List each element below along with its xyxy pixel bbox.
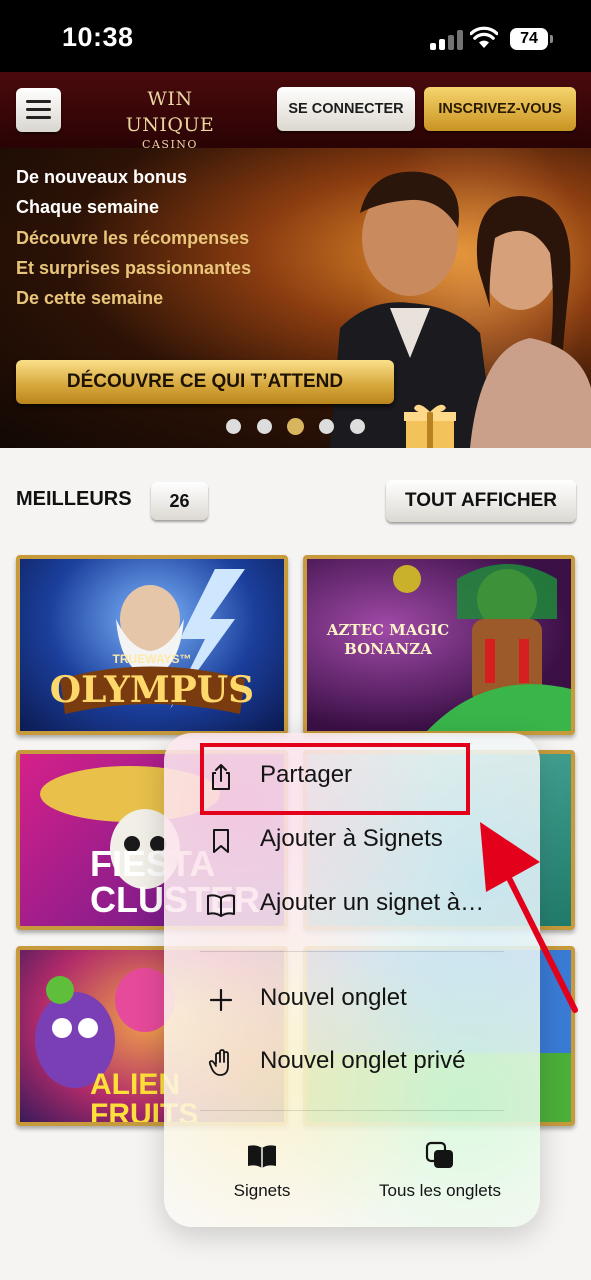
section-title: MEILLEURS [16, 488, 132, 510]
show-all-button[interactable]: TOUT AFFICHER [386, 480, 576, 522]
menu-item-label: Nouvel onglet privé [260, 1047, 466, 1074]
book-icon [207, 894, 235, 917]
menu-separator [200, 1110, 504, 1111]
annotation-highlight-box [200, 743, 470, 815]
carousel-dot[interactable] [257, 419, 272, 434]
logo-name: WIN UNIQUE [125, 88, 215, 136]
book-icon [248, 1145, 276, 1168]
battery-indicator: 74 [510, 28, 553, 50]
hero-banner[interactable]: De nouveaux bonus Chaque semaine Découvr… [0, 148, 591, 448]
cellular-signal-icon [430, 30, 464, 50]
bookmarks-button[interactable]: Signets [212, 1137, 312, 1207]
game-title: OLYMPUS [49, 669, 255, 711]
bookmark-icon [213, 829, 229, 853]
bookmarks-label: Signets [233, 1181, 291, 1200]
game-tag: TRUEWAYS™ [112, 652, 192, 666]
hero-text-line: Et surprises passionnantes [16, 258, 252, 278]
annotation-arrow-icon [480, 822, 578, 1013]
carousel-dot-active[interactable] [287, 418, 304, 435]
all-tabs-label: Tous les onglets [379, 1181, 501, 1200]
gift-icon [404, 404, 456, 448]
plus-icon [209, 988, 233, 1012]
site-logo[interactable]: WIN UNIQUE CASINO [100, 86, 240, 151]
menu-separator [200, 951, 504, 952]
wifi-icon [470, 26, 498, 48]
carousel-dot[interactable] [350, 419, 365, 434]
tabs-icon [425, 1141, 453, 1168]
carousel-dot[interactable] [226, 419, 241, 434]
hero-text-line: De nouveaux bonus [16, 167, 188, 187]
menu-item-label: Ajouter à Signets [260, 825, 443, 852]
hero-text-line: Chaque semaine [16, 197, 160, 217]
menu-item-label: Nouvel onglet [260, 984, 407, 1011]
site-header: WIN UNIQUE CASINO SE CONNECTER INSCRIVEZ… [0, 72, 591, 151]
hero-cta-button[interactable]: DÉCOUVRE CE QUI T’ATTEND [16, 360, 394, 404]
signup-button[interactable]: INSCRIVEZ-VOUS [424, 87, 576, 131]
status-time: 10:38 [62, 22, 134, 52]
hand-icon [208, 1049, 229, 1076]
menu-item-new-private-tab[interactable]: Nouvel onglet privé [164, 1033, 540, 1093]
games-count-badge: 26 [151, 482, 208, 520]
hamburger-menu-button[interactable] [16, 88, 61, 132]
carousel-dot[interactable] [319, 419, 334, 434]
game-tile[interactable]: TRUEWAYS™ OLYMPUS [16, 555, 288, 735]
hero-text-line: Découvre les récompenses [16, 228, 250, 248]
hero-text-line: De cette semaine [16, 288, 164, 308]
game-tile[interactable]: AZTEC MAGIC BONANZA [303, 555, 575, 735]
game-title: AZTEC MAGIC BONANZA [326, 621, 450, 658]
hero-couple-image [330, 171, 591, 448]
login-button[interactable]: SE CONNECTER [277, 87, 415, 131]
menu-item-label: Ajouter un signet à… [260, 889, 485, 916]
status-bar: 10:38 74 [0, 0, 591, 72]
all-tabs-button[interactable]: Tous les onglets [360, 1137, 520, 1207]
